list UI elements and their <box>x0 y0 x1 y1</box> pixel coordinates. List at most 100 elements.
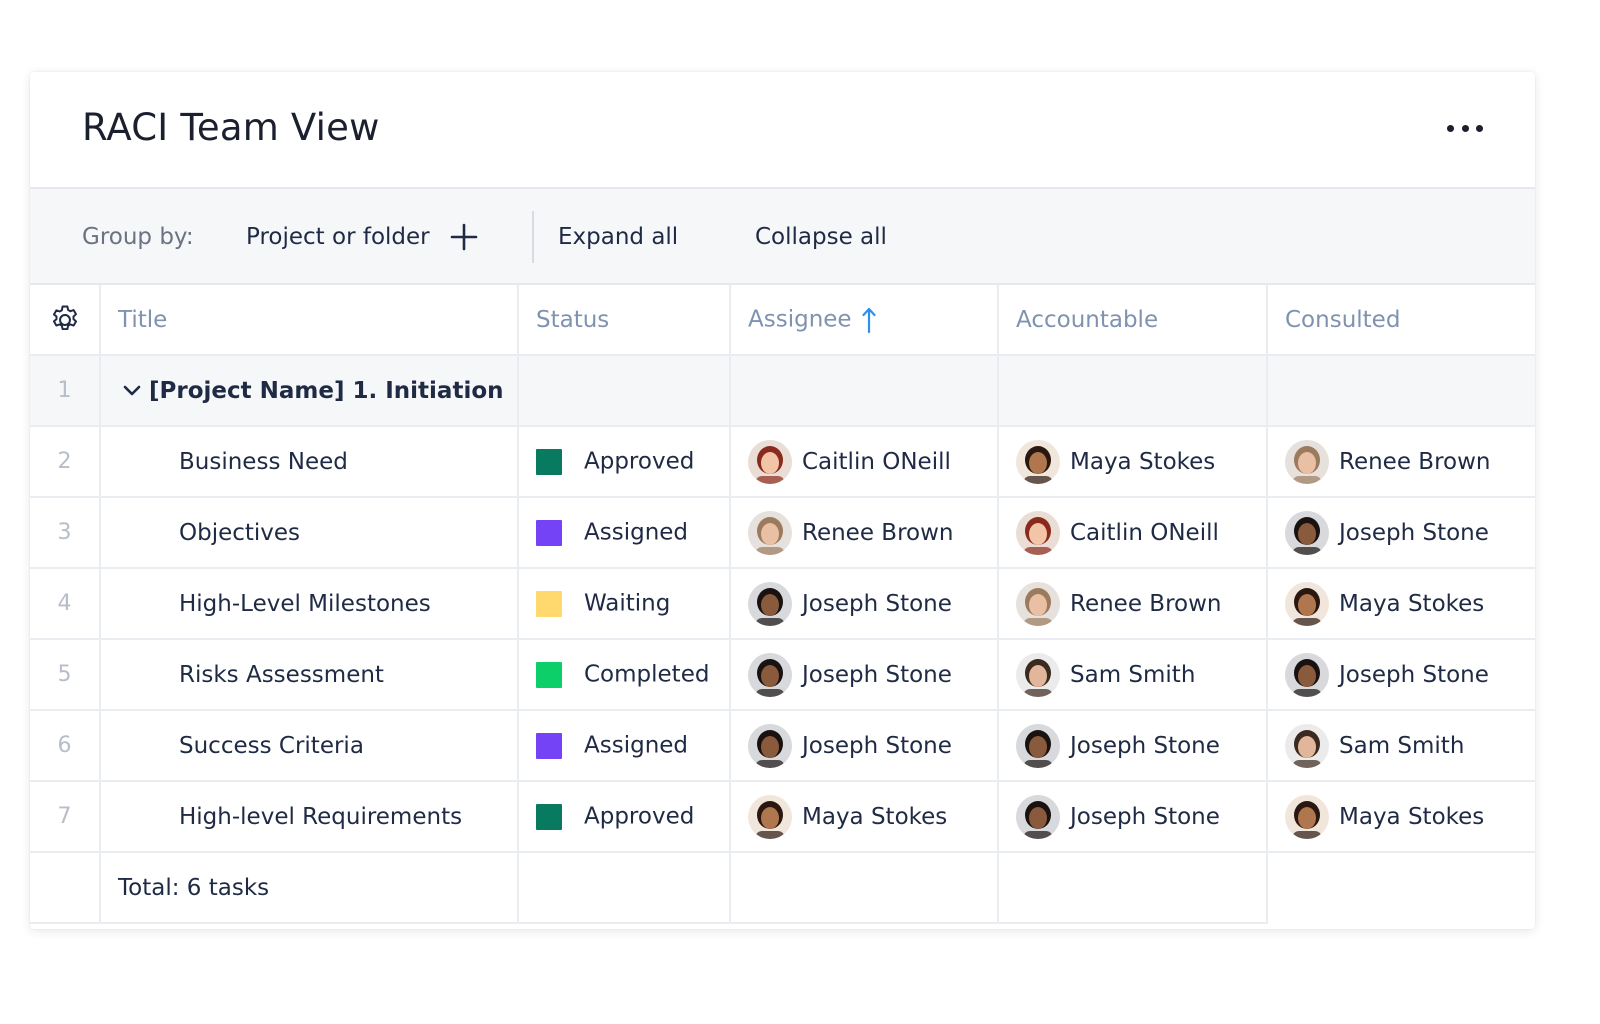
accountable-cell[interactable]: Sam Smith <box>998 639 1268 711</box>
row-number: 6 <box>30 710 101 782</box>
column-header-accountable[interactable]: Accountable <box>998 285 1268 356</box>
task-title[interactable]: Objectives <box>100 497 519 569</box>
avatar <box>748 723 792 768</box>
assignee-name: Joseph Stone <box>802 661 952 688</box>
gear-icon <box>52 305 77 330</box>
consulted-cell[interactable]: Maya Stokes <box>1267 568 1535 640</box>
status-color-swatch <box>536 803 562 830</box>
avatar <box>1016 439 1060 484</box>
avatar <box>748 794 792 839</box>
avatar <box>1285 439 1329 484</box>
group-title-cell[interactable]: [Project Name] 1. Initiation7 <box>100 355 519 427</box>
status-cell[interactable]: Waiting <box>518 568 731 640</box>
task-title[interactable]: Success Criteria <box>100 710 519 782</box>
accountable-cell[interactable]: Joseph Stone <box>998 710 1268 782</box>
total-row: Total: 6 tasks <box>30 852 1535 924</box>
assignee-cell[interactable]: Maya Stokes <box>730 781 999 853</box>
task-title[interactable]: Business Need <box>100 426 519 498</box>
collapse-all-button[interactable]: Collapse all <box>755 189 887 285</box>
consulted-name: Sam Smith <box>1339 732 1465 759</box>
consulted-name: Maya Stokes <box>1339 590 1485 617</box>
avatar <box>1016 581 1060 626</box>
status-color-swatch <box>536 590 562 617</box>
row-number: 5 <box>30 639 101 711</box>
avatar <box>1285 794 1329 839</box>
accountable-cell[interactable]: Caitlin ONeill <box>998 497 1268 569</box>
raci-card: RACI Team View Group by: Project or fold… <box>30 72 1535 929</box>
page-title: RACI Team View <box>82 106 380 149</box>
column-header-status[interactable]: Status <box>518 285 731 356</box>
accountable-name: Renee Brown <box>1070 590 1222 617</box>
table-row[interactable]: 3 Objectives Assigned Renee Brown Caitlin ON… <box>30 497 1535 569</box>
accountable-cell[interactable]: Joseph Stone <box>998 781 1268 853</box>
consulted-cell[interactable]: Renee Brown <box>1267 426 1535 498</box>
row-number: 2 <box>30 426 101 498</box>
status-cell[interactable]: Completed <box>518 639 731 711</box>
status-label: Completed <box>584 661 710 688</box>
assignee-cell[interactable]: Joseph Stone <box>730 710 999 782</box>
avatar <box>748 510 792 555</box>
consulted-cell[interactable]: Sam Smith <box>1267 710 1535 782</box>
accountable-cell[interactable]: Maya Stokes <box>998 426 1268 498</box>
consulted-name: Joseph Stone <box>1339 519 1489 546</box>
assignee-cell[interactable]: Caitlin ONeill <box>730 426 999 498</box>
consulted-cell[interactable]: Joseph Stone <box>1267 639 1535 711</box>
accountable-name: Joseph Stone <box>1070 803 1220 830</box>
table-row[interactable]: 7 High-level Requirements Approved Maya Sto… <box>30 781 1535 853</box>
row-number: 4 <box>30 568 101 640</box>
assignee-name: Renee Brown <box>802 519 954 546</box>
toolbar-divider <box>532 211 534 263</box>
status-color-swatch <box>536 519 562 546</box>
group-row[interactable]: 1 [Project Name] 1. Initiation7 <box>30 355 1535 427</box>
consulted-name: Renee Brown <box>1339 448 1491 475</box>
accountable-name: Joseph Stone <box>1070 732 1220 759</box>
more-options-button[interactable] <box>1447 116 1483 140</box>
status-label: Waiting <box>584 590 671 617</box>
status-label: Approved <box>584 448 695 475</box>
task-title[interactable]: High-level Requirements <box>100 781 519 853</box>
table-header-row: Title Status Assignee Accountable Consul… <box>30 285 1535 356</box>
plus-icon <box>450 223 478 251</box>
avatar <box>748 652 792 697</box>
task-title[interactable]: High-Level Milestones <box>100 568 519 640</box>
task-title[interactable]: Risks Assessment <box>100 639 519 711</box>
assignee-name: Joseph Stone <box>802 732 952 759</box>
assignee-cell[interactable]: Joseph Stone <box>730 639 999 711</box>
table-row[interactable]: 6 Success Criteria Assigned Joseph Stone Jos… <box>30 710 1535 782</box>
group-by-project-or-folder[interactable]: Project or folder <box>246 189 430 285</box>
assignee-cell[interactable]: Renee Brown <box>730 497 999 569</box>
column-header-title[interactable]: Title <box>100 285 519 356</box>
column-header-assignee[interactable]: Assignee <box>730 285 999 356</box>
group-by-label: Group by: <box>82 224 194 250</box>
table-row[interactable]: 2 Business Need Approved Caitlin ONeill Maya… <box>30 426 1535 498</box>
table-row[interactable]: 5 Risks Assessment Completed Joseph Stone Sa… <box>30 639 1535 711</box>
expand-all-button[interactable]: Expand all <box>558 189 678 285</box>
status-cell[interactable]: Assigned <box>518 497 731 569</box>
status-color-swatch <box>536 448 562 475</box>
toolbar: Group by: Project or folder Expand all C… <box>30 189 1535 285</box>
chevron-down-icon[interactable] <box>123 385 141 397</box>
card-header: RACI Team View <box>30 72 1535 189</box>
more-horizontal-icon <box>1447 124 1454 132</box>
status-cell[interactable]: Approved <box>518 426 731 498</box>
consulted-cell[interactable]: Maya Stokes <box>1267 781 1535 853</box>
row-number: 3 <box>30 497 101 569</box>
column-settings-button[interactable] <box>30 285 101 356</box>
add-grouping-button[interactable] <box>450 189 478 285</box>
table-row[interactable]: 4 High-Level Milestones Waiting Joseph Ston… <box>30 568 1535 640</box>
avatar <box>748 581 792 626</box>
status-cell[interactable]: Assigned <box>518 710 731 782</box>
column-header-assignee-label: Assignee <box>748 306 852 332</box>
avatar <box>1285 510 1329 555</box>
avatar <box>1285 723 1329 768</box>
consulted-name: Maya Stokes <box>1339 803 1485 830</box>
avatar <box>1016 652 1060 697</box>
assignee-cell[interactable]: Joseph Stone <box>730 568 999 640</box>
assignee-name: Caitlin ONeill <box>802 448 951 475</box>
status-cell[interactable]: Approved <box>518 781 731 853</box>
raci-table: Title Status Assignee Accountable Consul… <box>30 285 1535 924</box>
accountable-name: Caitlin ONeill <box>1070 519 1219 546</box>
column-header-consulted[interactable]: Consulted <box>1267 285 1535 356</box>
accountable-cell[interactable]: Renee Brown <box>998 568 1268 640</box>
consulted-cell[interactable]: Joseph Stone <box>1267 497 1535 569</box>
